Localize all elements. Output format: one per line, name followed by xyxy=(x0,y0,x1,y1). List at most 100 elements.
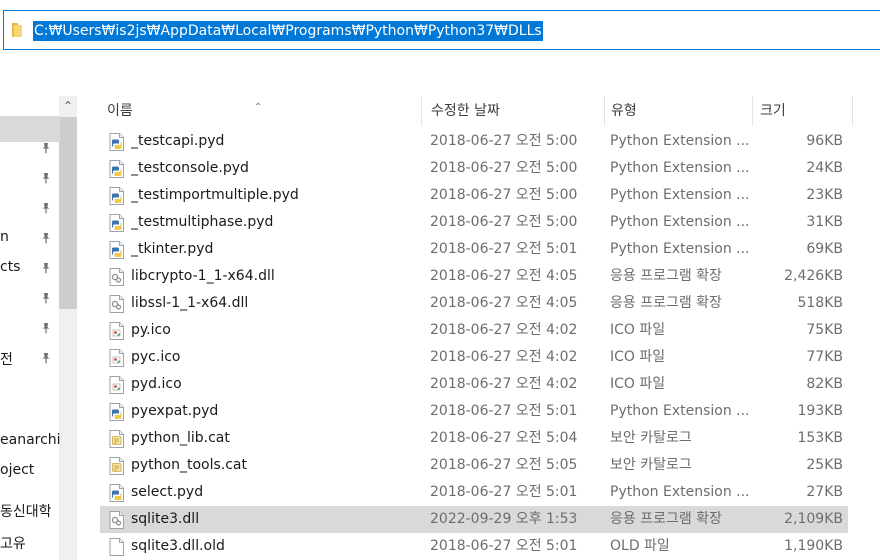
address-bar-area: C:₩Users₩is2js₩AppData₩Local₩Programs₩Py… xyxy=(0,0,880,96)
ico-file-icon xyxy=(109,376,125,394)
nav-scrollbar-thumb[interactable] xyxy=(59,117,77,309)
file-date: 2018-06-27 오전 5:00 xyxy=(430,214,578,230)
file-date: 2018-06-27 오전 5:04 xyxy=(430,430,578,446)
file-name: sqlite3.dll xyxy=(131,511,200,527)
file-row[interactable]: _testmultiphase.pyd 2018-06-27 오전 5:00 Pyt… xyxy=(100,209,848,236)
file-size: 193KB xyxy=(797,403,843,419)
pin-icon xyxy=(40,202,52,214)
file-row[interactable]: select.pyd 2018-06-27 오전 5:01 Python Exten… xyxy=(100,479,848,506)
file-row[interactable]: libcrypto-1_1-x64.dll 2018-06-27 오전 4:05 응… xyxy=(100,263,848,290)
column-header-type[interactable]: 유형 xyxy=(604,96,752,126)
navigation-pane: ⌃ n cts 전 eanarchi oject 동신대학고유 xyxy=(0,96,78,560)
ico-file-icon xyxy=(109,349,125,367)
file-name: sqlite3.dll.old xyxy=(131,538,225,554)
dll-file-icon xyxy=(109,511,125,529)
file-row[interactable]: _testimportmultiple.pyd 2018-06-27 오전 5:0… xyxy=(100,182,848,209)
catalog-file-icon xyxy=(109,430,125,448)
file-type: Python Extension ... xyxy=(610,214,750,230)
python-file-icon xyxy=(109,241,125,259)
python-file-icon xyxy=(109,484,125,502)
file-row[interactable]: _testconsole.pyd 2018-06-27 오전 5:00 Python… xyxy=(100,155,848,182)
column-header-name-label: 이름 xyxy=(107,103,133,119)
file-row[interactable]: python_tools.cat 2018-06-27 오전 5:05 보안 카탈로… xyxy=(100,452,848,479)
file-date: 2018-06-27 오전 4:05 xyxy=(430,268,578,284)
scroll-up-button[interactable]: ⌃ xyxy=(59,96,77,116)
file-date: 2018-06-27 오전 4:05 xyxy=(430,295,578,311)
column-header-type-label: 유형 xyxy=(611,103,637,119)
nav-item-label[interactable]: oject xyxy=(0,462,34,478)
file-type: Python Extension ... xyxy=(610,403,750,419)
pin-icon xyxy=(40,232,52,244)
nav-item-label[interactable]: eanarchi xyxy=(0,432,61,448)
file-row[interactable]: _testcapi.pyd 2018-06-27 오전 5:00 Python Ex… xyxy=(100,128,848,155)
file-name: _tkinter.pyd xyxy=(131,241,214,257)
sort-ascending-icon: ⌃ xyxy=(254,102,263,113)
file-type: ICO 파일 xyxy=(610,322,666,338)
nav-item-label[interactable]: 전 xyxy=(0,349,13,369)
file-type: 보안 카탈로그 xyxy=(610,457,692,473)
file-row[interactable]: _tkinter.pyd 2018-06-27 오전 5:01 Python Ext… xyxy=(100,236,848,263)
nav-selected-item[interactable] xyxy=(0,116,60,142)
file-row[interactable]: pyexpat.pyd 2018-06-27 오전 5:01 Python Exte… xyxy=(100,398,848,425)
file-date: 2018-06-27 오전 4:02 xyxy=(430,322,578,338)
file-type: ICO 파일 xyxy=(610,349,666,365)
nav-item-label[interactable]: cts xyxy=(0,259,20,275)
column-header-date[interactable]: 수정한 날짜 xyxy=(424,96,604,126)
file-type: OLD 파일 xyxy=(610,538,670,554)
file-size: 2,426KB xyxy=(784,268,843,284)
file-size: 31KB xyxy=(806,214,843,230)
chevron-up-icon: ⌃ xyxy=(62,99,74,113)
file-date: 2018-06-27 오전 5:00 xyxy=(430,133,578,149)
file-size: 2,109KB xyxy=(784,511,843,527)
file-row[interactable]: pyd.ico 2018-06-27 오전 4:02 ICO 파일 82KB xyxy=(100,371,848,398)
file-size: 82KB xyxy=(806,376,843,392)
file-name: python_lib.cat xyxy=(131,430,230,446)
file-type: Python Extension ... xyxy=(610,187,750,203)
folder-icon xyxy=(12,23,22,37)
file-size: 1,190KB xyxy=(784,538,843,554)
pin-icon xyxy=(40,262,52,274)
file-name: pyd.ico xyxy=(131,376,182,392)
nav-item-label[interactable]: n xyxy=(0,229,9,245)
file-row[interactable]: sqlite3.dll 2022-09-29 오후 1:53 응용 프로그램 확장 2… xyxy=(100,506,848,533)
file-name: libssl-1_1-x64.dll xyxy=(131,295,249,311)
file-size: 153KB xyxy=(797,430,843,446)
file-size: 75KB xyxy=(806,322,843,338)
column-header-size[interactable]: 크기 xyxy=(753,96,853,126)
pin-icon xyxy=(40,322,52,334)
nav-item-label[interactable]: 동신대학 xyxy=(0,501,52,521)
file-name: pyexpat.pyd xyxy=(131,403,219,419)
catalog-file-icon xyxy=(109,457,125,475)
file-date: 2018-06-27 오전 4:02 xyxy=(430,349,578,365)
file-row[interactable]: sqlite3.dll.old 2018-06-27 오전 5:01 OLD 파일 1… xyxy=(100,533,848,560)
file-date: 2018-06-27 오전 5:05 xyxy=(430,457,578,473)
address-path[interactable]: C:₩Users₩is2js₩AppData₩Local₩Programs₩Py… xyxy=(33,21,543,41)
python-file-icon xyxy=(109,160,125,178)
file-size: 518KB xyxy=(797,295,843,311)
pin-icon xyxy=(40,142,52,154)
ico-file-icon xyxy=(109,322,125,340)
dll-file-icon xyxy=(109,295,125,313)
file-row[interactable]: py.ico 2018-06-27 오전 4:02 ICO 파일 75KB xyxy=(100,317,848,344)
file-type: Python Extension ... xyxy=(610,241,750,257)
file-type: Python Extension ... xyxy=(610,133,750,149)
file-row[interactable]: python_lib.cat 2018-06-27 오전 5:04 보안 카탈로그 1… xyxy=(100,425,848,452)
python-file-icon xyxy=(109,133,125,151)
pin-icon xyxy=(40,172,52,184)
nav-item-label[interactable]: 고유 xyxy=(0,533,26,553)
file-size: 69KB xyxy=(806,241,843,257)
file-row[interactable]: libssl-1_1-x64.dll 2018-06-27 오전 4:05 응용 프… xyxy=(100,290,848,317)
file-date: 2018-06-27 오전 5:00 xyxy=(430,187,578,203)
column-header-row: 이름 ⌃ 수정한 날짜 유형 크기 xyxy=(100,96,880,126)
pin-icon xyxy=(40,292,52,304)
column-header-name[interactable]: 이름 ⌃ xyxy=(100,96,421,126)
file-date: 2018-06-27 오전 5:01 xyxy=(430,538,578,554)
file-size: 77KB xyxy=(806,349,843,365)
file-size: 27KB xyxy=(806,484,843,500)
file-name: _testmultiphase.pyd xyxy=(131,214,274,230)
file-type: ICO 파일 xyxy=(610,376,666,392)
address-bar[interactable]: C:₩Users₩is2js₩AppData₩Local₩Programs₩Py… xyxy=(3,10,880,50)
dll-file-icon xyxy=(109,268,125,286)
file-type: 응용 프로그램 확장 xyxy=(610,511,722,527)
file-row[interactable]: pyc.ico 2018-06-27 오전 4:02 ICO 파일 77KB xyxy=(100,344,848,371)
